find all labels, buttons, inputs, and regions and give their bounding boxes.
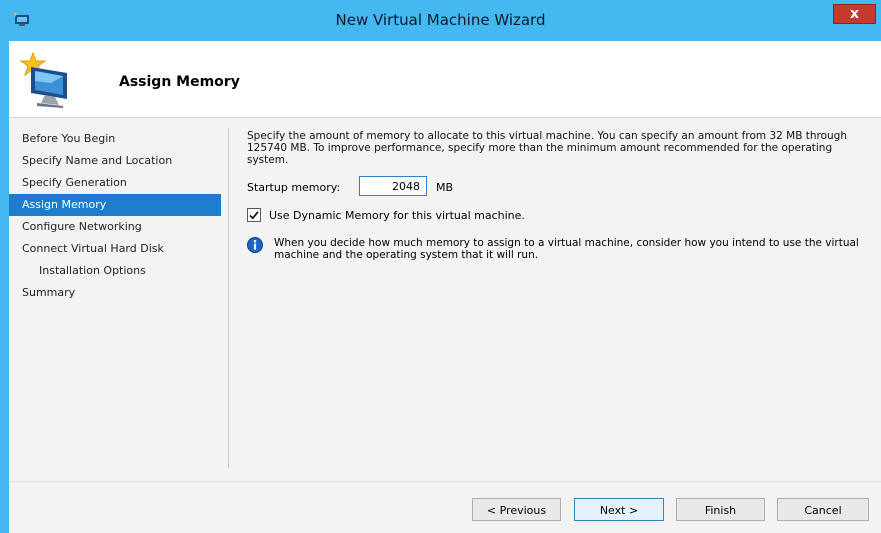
step-label: Connect Virtual Hard Disk <box>22 242 164 255</box>
step-configure-networking[interactable]: Configure Networking <box>9 216 221 238</box>
page-heading: Assign Memory <box>119 74 240 90</box>
close-icon: x <box>849 6 860 22</box>
memory-description: Specify the amount of memory to allocate… <box>247 130 847 166</box>
window-title: New Virtual Machine Wizard <box>335 11 546 29</box>
step-label: Configure Networking <box>22 220 142 233</box>
step-label: Specify Generation <box>22 176 127 189</box>
step-assign-memory[interactable]: Assign Memory <box>9 194 221 216</box>
close-button[interactable]: x <box>833 4 876 24</box>
step-label: Before You Begin <box>22 132 116 145</box>
cancel-button[interactable]: Cancel <box>777 498 869 521</box>
wizard-header: Assign Memory <box>9 41 881 117</box>
step-label: Specify Name and Location <box>22 154 173 167</box>
dynamic-memory-checkbox[interactable] <box>247 208 261 222</box>
window-frame-left <box>0 41 9 533</box>
step-connect-virtual-hard-disk[interactable]: Connect Virtual Hard Disk <box>9 238 221 260</box>
step-specify-name-and-location[interactable]: Specify Name and Location <box>9 150 221 172</box>
footer-divider <box>9 481 881 482</box>
info-text: When you decide how much memory to assig… <box>274 237 859 261</box>
main-panel: Specify the amount of memory to allocate… <box>247 130 867 261</box>
step-label: Summary <box>22 286 76 299</box>
step-specify-generation[interactable]: Specify Generation <box>9 172 221 194</box>
startup-memory-label: Startup memory: <box>247 181 341 194</box>
startup-memory-input[interactable] <box>359 176 427 196</box>
dynamic-memory-row[interactable]: Use Dynamic Memory for this virtual mach… <box>247 208 647 224</box>
virtual-machine-wizard-icon <box>19 51 67 108</box>
step-label: Installation Options <box>39 264 146 277</box>
startup-memory-unit: MB <box>436 181 454 194</box>
wizard-content: Before You Begin Specify Name and Locati… <box>9 118 881 533</box>
checkmark-icon <box>249 211 259 220</box>
finish-button[interactable]: Finish <box>676 498 765 521</box>
step-before-you-begin[interactable]: Before You Begin <box>9 128 221 150</box>
startup-memory-row: Startup memory: MB <box>247 176 547 200</box>
next-button[interactable]: Next > <box>574 498 664 521</box>
step-label: Assign Memory <box>22 198 107 211</box>
step-summary[interactable]: Summary <box>9 282 221 304</box>
step-installation-options[interactable]: Installation Options <box>9 260 221 282</box>
info-icon <box>247 237 263 253</box>
title-bar[interactable]: New Virtual Machine Wizard x <box>0 0 881 41</box>
dynamic-memory-label: Use Dynamic Memory for this virtual mach… <box>269 209 525 222</box>
steps-divider <box>228 128 229 468</box>
wizard-steps: Before You Begin Specify Name and Locati… <box>9 128 221 304</box>
previous-button[interactable]: < Previous <box>472 498 561 521</box>
